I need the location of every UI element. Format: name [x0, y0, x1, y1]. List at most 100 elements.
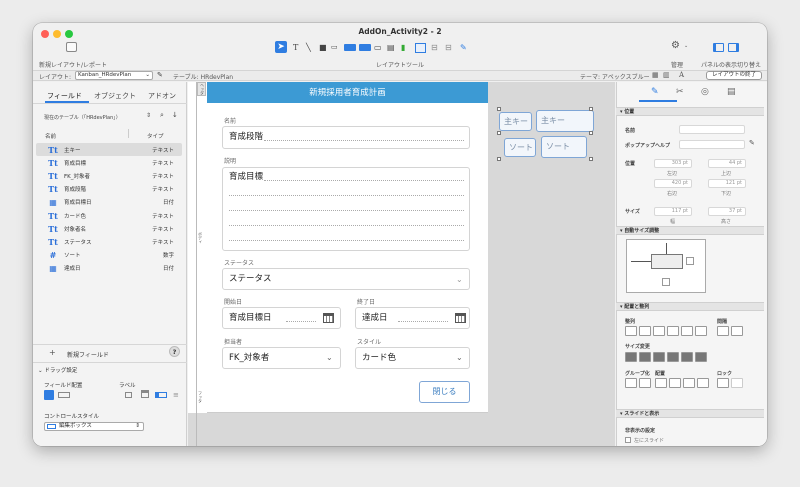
sort-icon[interactable]: ↓ [172, 111, 178, 119]
selection-handle[interactable] [497, 157, 501, 161]
appearance-tab-icon[interactable]: ✂ [676, 87, 684, 97]
guides-icon[interactable]: ▥ [663, 71, 670, 79]
new-layout-icon[interactable] [66, 42, 77, 52]
format-painter-icon[interactable]: ✎ [460, 43, 467, 53]
right-input[interactable]: 420 pt [654, 179, 692, 188]
pointer-tool-icon[interactable]: ➤ [275, 41, 287, 53]
send-backward-icon[interactable] [683, 378, 695, 388]
label-top-icon[interactable] [141, 390, 149, 398]
resize-largest-icon[interactable] [695, 352, 707, 362]
align-bottom-icon[interactable] [695, 326, 707, 336]
field-list-item[interactable]: Tt ステータス テキスト [36, 235, 182, 248]
popover-tool-icon[interactable]: ⊟ [445, 43, 452, 53]
tab-tool-icon[interactable]: ▭ [374, 43, 382, 53]
slide-left-checkbox[interactable] [625, 437, 631, 443]
chevron-down-icon[interactable]: ⌄ [684, 43, 688, 49]
width-input[interactable]: 117 pt [654, 207, 692, 216]
align-left-icon[interactable] [625, 326, 637, 336]
edit-icon[interactable]: ✎ [749, 139, 755, 147]
right-panel-toggle-icon[interactable] [728, 43, 739, 52]
send-to-back-icon[interactable] [697, 378, 709, 388]
add-icon[interactable]: + [49, 348, 56, 357]
anchor-top[interactable] [666, 243, 667, 254]
selection-handle[interactable] [589, 131, 593, 135]
settings-tab-icon[interactable]: ▤ [727, 87, 736, 97]
resize-smallest-width-icon[interactable] [625, 352, 637, 362]
edit-layout-icon[interactable]: ✎ [157, 71, 163, 79]
key-field-object[interactable]: 主キー [536, 110, 594, 132]
group-icon[interactable] [625, 378, 637, 388]
left-panel-toggle-icon[interactable] [713, 43, 724, 52]
popup-help-input[interactable] [679, 140, 745, 149]
anchor-bottom[interactable] [662, 278, 670, 286]
align-middle-icon[interactable] [681, 326, 693, 336]
layout-select[interactable]: Kanban_HRdevPlan ⌄ [75, 71, 153, 80]
web-viewer-tool-icon[interactable] [415, 43, 426, 53]
distribute-vertical-icon[interactable] [731, 326, 743, 336]
selection-handle[interactable] [589, 157, 593, 161]
selection-handle[interactable] [497, 131, 501, 135]
line-tool-icon[interactable]: ╲ [306, 43, 311, 53]
autosize-diagram[interactable] [626, 239, 706, 293]
section-position-header[interactable]: ▾ 位置 [616, 107, 764, 116]
distribute-horizontal-icon[interactable] [717, 326, 729, 336]
no-label-icon[interactable] [125, 392, 132, 398]
key-label-object[interactable]: 主キー [499, 112, 532, 131]
field-list-item[interactable]: Tt 対象者名 テキスト [36, 222, 182, 235]
font-size-icon[interactable]: A [679, 71, 684, 79]
sort-label-object[interactable]: ソート [504, 138, 536, 157]
field-list-item[interactable]: Tt 主キー テキスト [36, 143, 182, 156]
tab-addons[interactable]: アドオン [148, 91, 176, 101]
anchor-left[interactable] [631, 261, 651, 262]
field-list-item[interactable]: ▦ 達成日 日付 [36, 262, 182, 275]
position-tab-icon[interactable]: ✎ [651, 87, 659, 97]
drag-settings-header[interactable]: ⌄ ドラッグ設定 [38, 366, 77, 374]
tab-objects[interactable]: オブジェクト [94, 91, 136, 101]
text-tool-icon[interactable]: T [293, 43, 298, 53]
unlock-icon[interactable] [731, 378, 743, 388]
theme-icon[interactable]: ▦ [652, 71, 659, 79]
section-arrange-header[interactable]: ▾ 配置と整列 [616, 302, 764, 311]
section-slide-header[interactable]: ▾ スライドと表示 [616, 409, 764, 418]
rectangle-tool-icon[interactable]: ■ [319, 43, 327, 53]
anchor-right[interactable] [686, 257, 694, 265]
selection-handle[interactable] [497, 107, 501, 111]
portal-tool-icon[interactable]: ▤ [387, 43, 395, 53]
help-button[interactable]: ? [169, 346, 180, 357]
label-right-icon[interactable]: ≡ [173, 391, 179, 399]
bottom-input[interactable]: 121 pt [708, 179, 746, 188]
section-autosize-header[interactable]: ▾ 自動サイズ調整 [616, 226, 764, 235]
close-form-button[interactable]: 閉じる [419, 381, 470, 403]
chart-tool-icon[interactable]: ▮ [401, 43, 405, 53]
body-part-label[interactable]: ボディ [197, 232, 203, 244]
object-name-input[interactable] [679, 125, 745, 134]
gear-icon[interactable]: ⚙ [671, 40, 680, 51]
align-right-icon[interactable] [653, 326, 665, 336]
field-list-item[interactable]: Tt カード色 テキスト [36, 209, 182, 222]
resize-smallest-icon[interactable] [653, 352, 665, 362]
bring-forward-icon[interactable] [669, 378, 681, 388]
sort-field-object[interactable]: ソート [541, 136, 587, 158]
chevron-updown-icon[interactable]: ⇕ [146, 112, 151, 119]
field-tool-icon[interactable] [344, 44, 356, 51]
search-icon[interactable]: ⌕ [160, 111, 164, 120]
header-part-label[interactable]: ヘッダ [197, 82, 206, 96]
field-list-item[interactable]: ▦ 育成目標日 日付 [36, 196, 182, 209]
align-top-icon[interactable] [667, 326, 679, 336]
button-tool-icon[interactable] [359, 44, 371, 51]
data-tab-icon[interactable]: ◎ [701, 87, 709, 97]
resize-smallest-height-icon[interactable] [639, 352, 651, 362]
calendar-icon[interactable] [455, 313, 466, 323]
lock-icon[interactable] [717, 378, 729, 388]
align-center-icon[interactable] [639, 326, 651, 336]
calendar-icon[interactable] [323, 313, 334, 323]
new-field-button[interactable]: 新規フィールド [67, 350, 109, 359]
tab-fields[interactable]: フィールド [47, 91, 82, 101]
ungroup-icon[interactable] [639, 378, 651, 388]
top-input[interactable]: 44 pt [708, 159, 746, 168]
field-list-item[interactable]: Tt FK_対象者 テキスト [36, 169, 182, 182]
control-style-select[interactable]: 編集ボックス ⇕ [44, 422, 144, 431]
label-left-icon[interactable] [155, 392, 167, 398]
bring-to-front-icon[interactable] [655, 378, 667, 388]
field-list-item[interactable]: # ソート 数字 [36, 249, 182, 262]
